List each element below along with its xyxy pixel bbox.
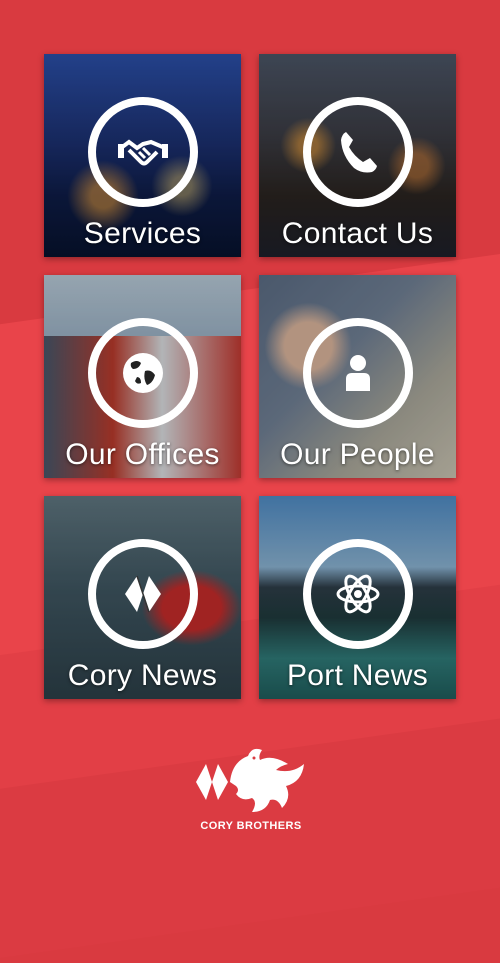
tile-services[interactable]: Services xyxy=(44,54,241,257)
brand-name: CORY BROTHERS xyxy=(200,820,302,832)
person-icon xyxy=(345,355,370,391)
port-news-icon-ring xyxy=(302,539,413,649)
contact-icon-ring xyxy=(302,97,413,207)
tile-contact-us[interactable]: Contact Us xyxy=(259,54,456,257)
phone-icon xyxy=(340,132,377,173)
offices-icon-ring xyxy=(87,318,198,428)
dragon-logo-icon xyxy=(196,748,304,812)
tile-our-people[interactable]: Our People xyxy=(259,275,456,478)
tile-our-offices[interactable]: Our Offices xyxy=(44,275,241,478)
port-news-label: Port News xyxy=(286,659,429,692)
cory-news-label: Cory News xyxy=(67,659,218,692)
contact-label: Contact Us xyxy=(281,217,434,250)
services-label: Services xyxy=(83,217,202,250)
cory-brothers-logo: CORY BROTHERS xyxy=(192,742,310,836)
cory-news-icon-ring xyxy=(87,539,198,649)
atom-icon xyxy=(336,574,379,614)
people-label: Our People xyxy=(280,438,435,471)
services-icon-ring xyxy=(87,97,198,207)
tile-cory-news[interactable]: Cory News xyxy=(44,496,241,699)
tile-port-news[interactable]: Port News xyxy=(259,496,456,699)
globe-icon xyxy=(122,353,163,393)
people-icon-ring xyxy=(302,318,413,428)
cory-logo-icon xyxy=(124,575,161,613)
offices-label: Our Offices xyxy=(65,438,220,471)
handshake-icon xyxy=(117,139,168,166)
